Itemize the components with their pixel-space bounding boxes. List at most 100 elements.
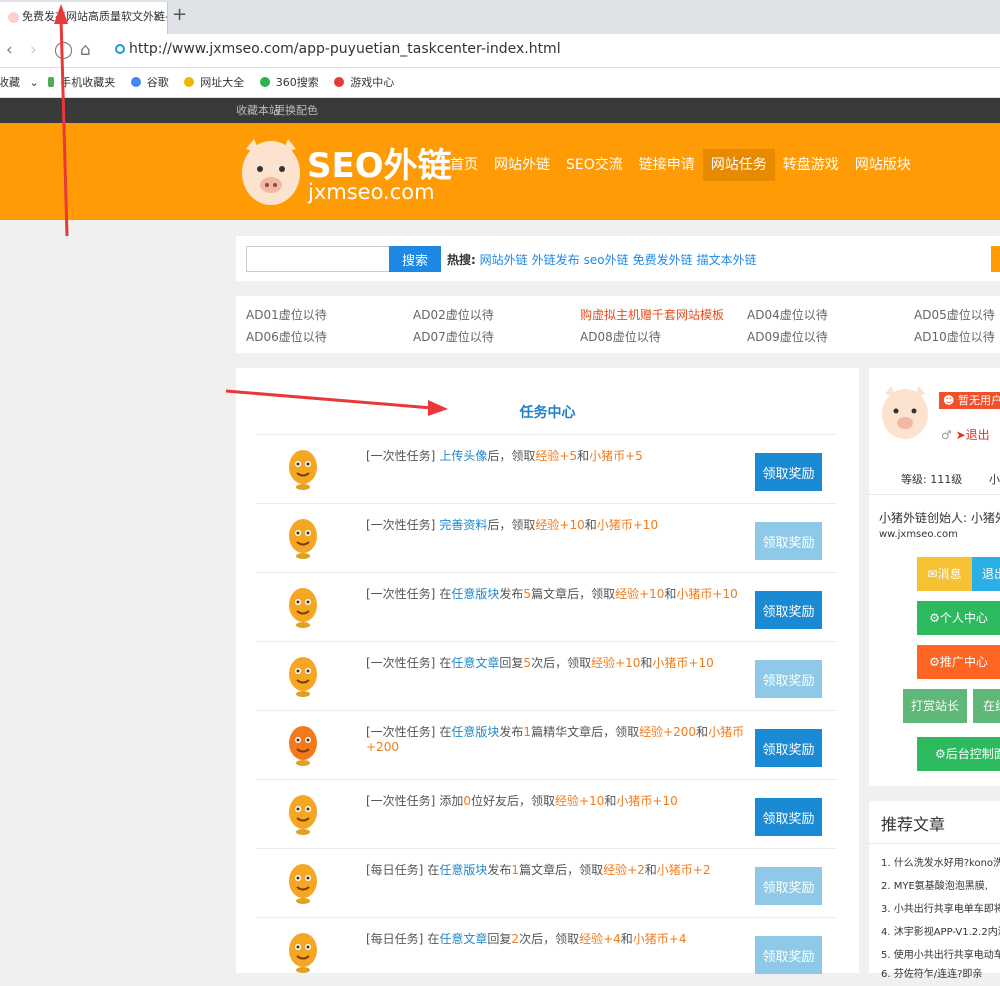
hot-link[interactable]: 网站外链	[480, 253, 528, 267]
search-input[interactable]	[246, 246, 390, 272]
new-tab-button[interactable]: +	[172, 4, 187, 25]
task-text-part: 0	[463, 794, 472, 808]
logout-button[interactable]: 退出	[972, 557, 1000, 591]
ad-slot[interactable]: AD04虚位以待	[747, 306, 828, 323]
task-link[interactable]: 任意文章	[451, 656, 499, 670]
nav-site-links[interactable]: 网站外链	[486, 149, 558, 181]
gender-icon: ♂	[941, 428, 952, 442]
bookmark-favorites[interactable]: 收藏 ⌄	[0, 76, 39, 89]
ad-slot[interactable]: AD05虚位以待	[914, 306, 995, 323]
google-icon	[130, 77, 141, 87]
home-icon[interactable]: ⌂	[80, 40, 91, 60]
task-link[interactable]: 上传头像	[439, 449, 487, 463]
hot-link[interactable]: 外链发布	[532, 253, 580, 267]
task-text-part: 5	[523, 587, 532, 601]
task-center-title: 任务中心	[519, 405, 576, 421]
url-field[interactable]: http://www.jxmseo.com/app-puyuetian_task…	[115, 41, 561, 57]
recommend-item[interactable]: 1. 什么洗发水好用?kono洗	[881, 854, 1000, 869]
browser-tab[interactable]: 免费发布网站高质量软文外链-小 x	[0, 2, 168, 34]
task-text-part: 添加	[439, 794, 464, 808]
task-text-part: 发布	[499, 587, 524, 601]
task-description: [一次性任务] 完善资料后，领取经验+10和小猪币+10	[366, 516, 746, 533]
task-row: [每日任务] 在任意版块发布1篇文章后，领取经验+2和小猪币+2 领取奖励	[256, 848, 837, 917]
claim-reward-button[interactable]: 领取奖励	[755, 522, 822, 560]
hot-link[interactable]: seo外链	[584, 253, 629, 267]
task-link[interactable]: 任意版块	[451, 587, 499, 601]
claim-reward-button[interactable]: 领取奖励	[755, 660, 822, 698]
bookmark-google[interactable]: 谷歌	[130, 76, 175, 89]
search-button[interactable]: 搜索	[389, 246, 441, 272]
task-text-part: 在	[439, 587, 452, 601]
reload-icon[interactable]: ◯	[54, 40, 73, 60]
ad-slot[interactable]: AD07虚位以待	[413, 328, 494, 345]
task-text-part: 小猪币+4	[632, 932, 687, 946]
hot-link[interactable]: 描文本外链	[697, 253, 757, 267]
recommend-item[interactable]: 2. MYE氨基酸泡泡黑膜,	[881, 877, 988, 892]
bookmark-url-directory[interactable]: 网址大全	[184, 76, 250, 89]
nav-link-apply[interactable]: 链接申请	[631, 149, 703, 181]
task-text-part: 小猪币+10	[676, 587, 738, 601]
task-list: [一次性任务] 上传头像后，领取经验+5和小猪币+5 领取奖励 [一次性任务] 完善资料…	[256, 434, 837, 986]
task-description: [一次性任务] 在任意版块发布1篇精华文章后，领取经验+200和小猪币+200	[366, 723, 746, 754]
task-text-part: 发布	[487, 863, 512, 877]
ad-slot[interactable]: 购虚拟主机赠千套网站模板	[580, 306, 724, 323]
task-text-part: 和	[640, 656, 653, 670]
claim-reward-button[interactable]: 领取奖励	[755, 798, 822, 836]
claim-reward-button[interactable]: 领取奖励	[755, 867, 822, 905]
task-text-part: 在	[427, 863, 440, 877]
user-avatar[interactable]	[881, 384, 929, 440]
nav-home[interactable]: 首页	[442, 149, 486, 181]
online-button[interactable]: 在线	[973, 689, 1000, 723]
recommend-item[interactable]: 3. 小共出行共享电单车即将	[881, 900, 1000, 915]
claim-reward-button[interactable]: 领取奖励	[755, 591, 822, 629]
admin-panel-button[interactable]: ⚙后台控制面板	[917, 737, 1000, 771]
hot-link[interactable]: 免费发外链	[633, 253, 693, 267]
task-text-part: 小猪币+10	[652, 656, 714, 670]
task-text-part: [一次性任务]	[366, 587, 436, 601]
nav-wheel-game[interactable]: 转盘游戏	[775, 149, 847, 181]
claim-reward-button[interactable]: 领取奖励	[755, 729, 822, 767]
task-link[interactable]: 任意文章	[439, 932, 487, 946]
task-link[interactable]: 任意版块	[451, 725, 499, 739]
claim-reward-button[interactable]: 领取奖励	[755, 936, 822, 974]
pig-logo-icon[interactable]	[240, 135, 302, 207]
ad-slot[interactable]: AD01虚位以待	[246, 306, 327, 323]
task-link[interactable]: 任意版块	[439, 863, 487, 877]
ad-slot[interactable]: AD02虚位以待	[413, 306, 494, 323]
promo-center-button[interactable]: ⚙推广中心	[917, 645, 1000, 679]
task-text-part: 经验+10	[615, 587, 665, 601]
ad-slot[interactable]: AD10虚位以待	[914, 328, 995, 345]
task-text-part: 在	[439, 725, 452, 739]
forward-icon[interactable]: ›	[30, 40, 37, 60]
back-icon[interactable]: ‹	[6, 40, 13, 60]
task-emoji-icon	[289, 519, 317, 559]
tip-admin-button[interactable]: 打赏站长	[903, 689, 967, 723]
ad-slot[interactable]: AD09虚位以待	[747, 328, 828, 345]
recommend-item[interactable]: 4. 沐宇影视APP-V1.2.2内测	[881, 923, 1000, 938]
task-text-part: 回复	[499, 656, 524, 670]
recommend-item[interactable]: 5. 使用小共出行共享电动车	[881, 946, 1000, 961]
tab-close-icon[interactable]: x	[153, 2, 161, 32]
search-side-tab[interactable]	[991, 246, 1000, 272]
user-level-extra: 小	[989, 473, 1000, 486]
nav-site-sections[interactable]: 网站版块	[847, 149, 919, 181]
logout-link[interactable]: ♂ ➤退出	[941, 426, 990, 443]
task-text-part: 和	[664, 587, 677, 601]
task-link[interactable]: 完善资料	[439, 518, 487, 532]
task-text-part: 1	[511, 863, 520, 877]
ad-slot[interactable]: AD08虚位以待	[580, 328, 661, 345]
change-color-link[interactable]: 更换配色	[274, 98, 318, 123]
claim-reward-button[interactable]: 领取奖励	[755, 453, 822, 491]
messages-button[interactable]: ✉消息	[917, 557, 972, 591]
nav-site-tasks[interactable]: 网站任务	[702, 149, 775, 181]
task-text-part: 篇文章后，领取	[519, 863, 604, 877]
ad-slot[interactable]: AD06虚位以待	[246, 328, 327, 345]
task-emoji-icon	[289, 657, 317, 697]
nav-seo-exchange[interactable]: SEO交流	[558, 149, 631, 181]
task-text-part: 和	[584, 518, 597, 532]
task-text-part: [一次性任务]	[366, 656, 436, 670]
personal-center-button[interactable]: ⚙个人中心	[917, 601, 1000, 635]
bookmark-game-center[interactable]: 游戏中心	[334, 76, 400, 89]
bookmark-360-search[interactable]: 360搜索	[259, 76, 325, 89]
bookmark-mobile-favorites[interactable]: 手机收藏夹	[48, 76, 121, 89]
